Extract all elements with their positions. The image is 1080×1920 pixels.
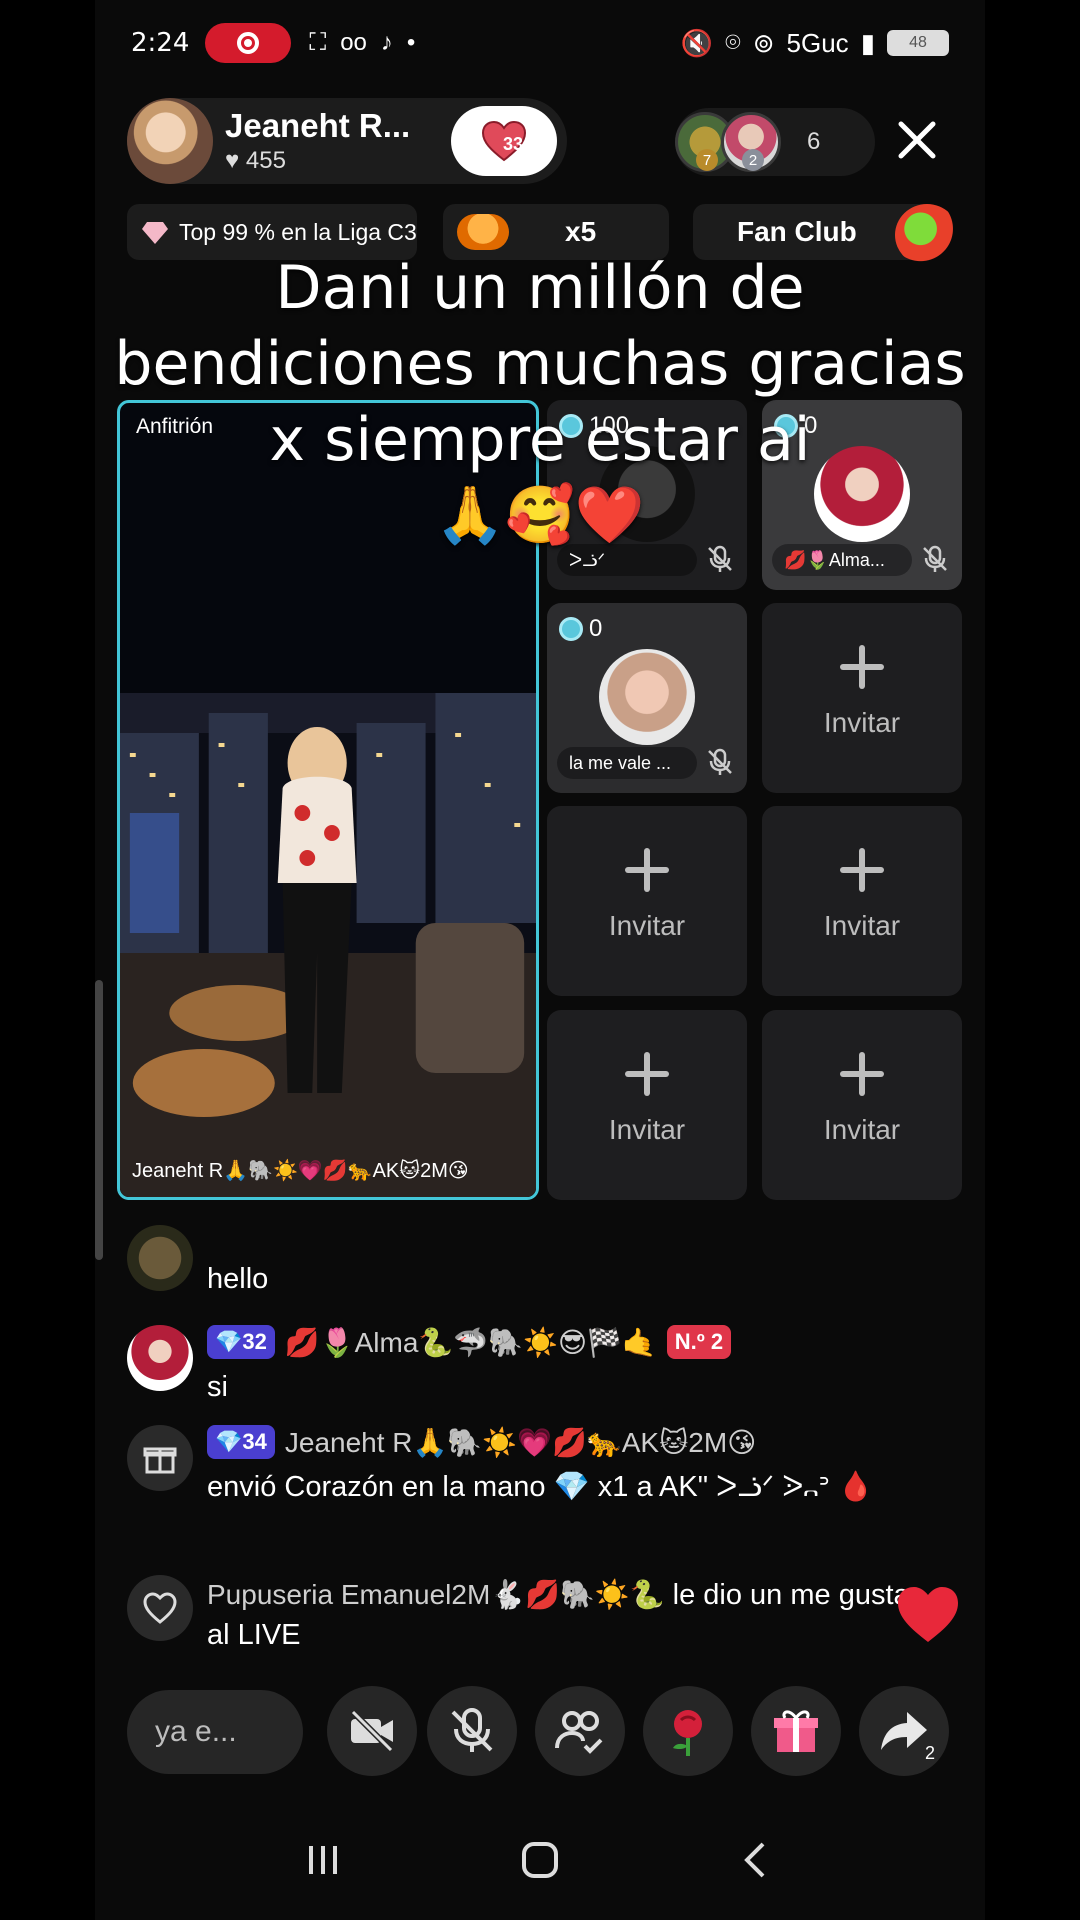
- invite-label: Invitar: [608, 910, 686, 941]
- chat-username[interactable]: Pupuseria Emanuel2M🐇💋🐘☀️🐍: [207, 1579, 665, 1610]
- voicemail-icon: oo: [340, 29, 367, 56]
- invite-label: Invitar: [823, 910, 901, 941]
- guests-button[interactable]: [535, 1686, 625, 1776]
- diamond-icon: [142, 222, 168, 244]
- rose-icon: [673, 1710, 702, 1756]
- floating-heart-icon: [898, 1587, 958, 1642]
- heart-outline-icon: [127, 1575, 193, 1641]
- status-bar: 2:24 ⛶ oo ♪ • 🔇 ⌾ ⊚ 5Guc ▮ 48: [95, 18, 985, 68]
- viewer-count: 6: [807, 128, 821, 155]
- scroll-indicator: [95, 980, 103, 1260]
- live-screen: 2:24 ⛶ oo ♪ • 🔇 ⌾ ⊚ 5Guc ▮ 48 Jeaneht R.…: [95, 0, 985, 1920]
- recent-apps-icon[interactable]: [299, 1836, 347, 1884]
- caption-text: Dani un millón de bendiciones muchas gra…: [114, 253, 966, 475]
- plus-icon: [840, 1052, 884, 1096]
- tiktok-icon: ♪: [380, 29, 393, 56]
- mic-off-icon: [451, 1708, 493, 1752]
- rose-gift-button[interactable]: [643, 1686, 733, 1776]
- wifi-calling-icon: ⊚: [752, 27, 775, 58]
- network-label: 5Guc: [786, 27, 849, 58]
- camera-off-icon: [350, 1709, 394, 1753]
- follow-count: 33: [503, 134, 524, 154]
- video-caption: Dani un millón de bendiciones muchas gra…: [95, 250, 985, 554]
- gift-icon: [774, 1710, 818, 1752]
- invite-label: Invitar: [823, 1114, 901, 1145]
- chat-text: envió Corazón en la mano 💎 x1 a AK" ᐳᓘᐟ …: [207, 1471, 874, 1503]
- guest-score: 0: [559, 615, 602, 643]
- mic-off-icon: [708, 748, 732, 775]
- host-card[interactable]: Jeaneht R... ♥ 455 33: [127, 98, 567, 184]
- gift-button[interactable]: [751, 1686, 841, 1776]
- league-label: Top 99 % en la Liga C3: [179, 218, 417, 245]
- invite-slot[interactable]: Invitar: [547, 806, 747, 996]
- fan-club-label: Fan Club: [737, 216, 857, 247]
- plus-icon: [625, 848, 669, 892]
- guest-avatar: [599, 649, 695, 745]
- chat-avatar[interactable]: [127, 1225, 193, 1291]
- mic-off-button[interactable]: [427, 1686, 517, 1776]
- mute-icon: 🔇: [680, 27, 714, 58]
- home-icon[interactable]: [516, 1836, 564, 1884]
- invite-slot[interactable]: Invitar: [762, 806, 962, 996]
- battery-icon: 48: [887, 30, 949, 56]
- guest-tile-3[interactable]: 0 la me vale ...: [547, 603, 747, 793]
- level-badge: 💎 34: [207, 1425, 275, 1459]
- plus-icon: [840, 645, 884, 689]
- screenshot-icon: ⛶: [309, 29, 327, 56]
- viewer-rank: 7: [696, 149, 718, 171]
- invite-label: Invitar: [823, 707, 901, 738]
- plus-icon: [840, 848, 884, 892]
- chat-text: hello: [207, 1263, 269, 1295]
- chat-text: si: [207, 1371, 228, 1403]
- viewer-rank: 2: [742, 149, 764, 171]
- signal-icon: ▮: [860, 27, 875, 58]
- guest-name: la me vale ...: [557, 747, 697, 779]
- host-name-tag: Jeaneht R🙏🐘☀️💗💋🐆AK🐱2M😘: [132, 1160, 469, 1182]
- share-icon: [881, 1712, 927, 1750]
- invite-label: Invitar: [608, 1114, 686, 1145]
- cloud-icon: [457, 214, 509, 250]
- level-badge: 💎 32: [207, 1325, 275, 1359]
- gift-icon: [127, 1425, 193, 1491]
- system-icons: 🔇 ⌾ ⊚ 5Guc ▮ 48: [681, 27, 949, 59]
- screen-record-indicator[interactable]: [205, 23, 292, 63]
- notification-icons: ⛶ oo ♪ •: [309, 29, 415, 57]
- comment-input[interactable]: ya e...: [127, 1690, 303, 1774]
- chat-username[interactable]: 💋🌷Alma🐍🦈🐘☀️😎🏁🤙: [285, 1326, 657, 1359]
- system-nav-bar: [95, 1820, 985, 1900]
- chat-username[interactable]: Jeaneht R🙏🐘☀️💗💋🐆AK🐱2M😘: [285, 1426, 756, 1459]
- chat-avatar[interactable]: [127, 1325, 193, 1391]
- invite-slot[interactable]: Invitar: [762, 603, 962, 793]
- invite-slot[interactable]: Invitar: [762, 1010, 962, 1200]
- share-count: 2: [924, 1743, 935, 1763]
- camera-off-button[interactable]: [327, 1686, 417, 1776]
- dot-icon: •: [406, 29, 416, 56]
- rank-badge: N.º 2: [666, 1325, 732, 1359]
- host-name: Jeaneht R...: [225, 107, 411, 144]
- status-time: 2:24: [131, 28, 190, 58]
- back-icon[interactable]: [733, 1836, 781, 1884]
- chat-text: Pupuseria Emanuel2M🐇💋🐘☀️🐍 le dio un me g…: [207, 1579, 910, 1651]
- users-icon: [555, 1711, 603, 1754]
- viewer-list[interactable]: 7 2 6: [675, 108, 875, 176]
- share-button[interactable]: 2: [859, 1686, 949, 1776]
- second-viewer-avatar[interactable]: 2: [721, 112, 781, 172]
- host-video-feed: [120, 693, 536, 1197]
- plus-icon: [625, 1052, 669, 1096]
- multiplier-label: x5: [565, 216, 597, 247]
- heart-icon: 33: [481, 120, 527, 162]
- caption-emoji: 🙏🥰❤️: [435, 483, 645, 548]
- close-icon[interactable]: [893, 116, 941, 164]
- invite-slot[interactable]: Invitar: [547, 1010, 747, 1200]
- follow-button[interactable]: 33: [451, 106, 557, 176]
- host-likes: ♥ 455: [225, 147, 286, 174]
- host-avatar[interactable]: [127, 98, 213, 184]
- location-icon: ⌾: [725, 27, 741, 57]
